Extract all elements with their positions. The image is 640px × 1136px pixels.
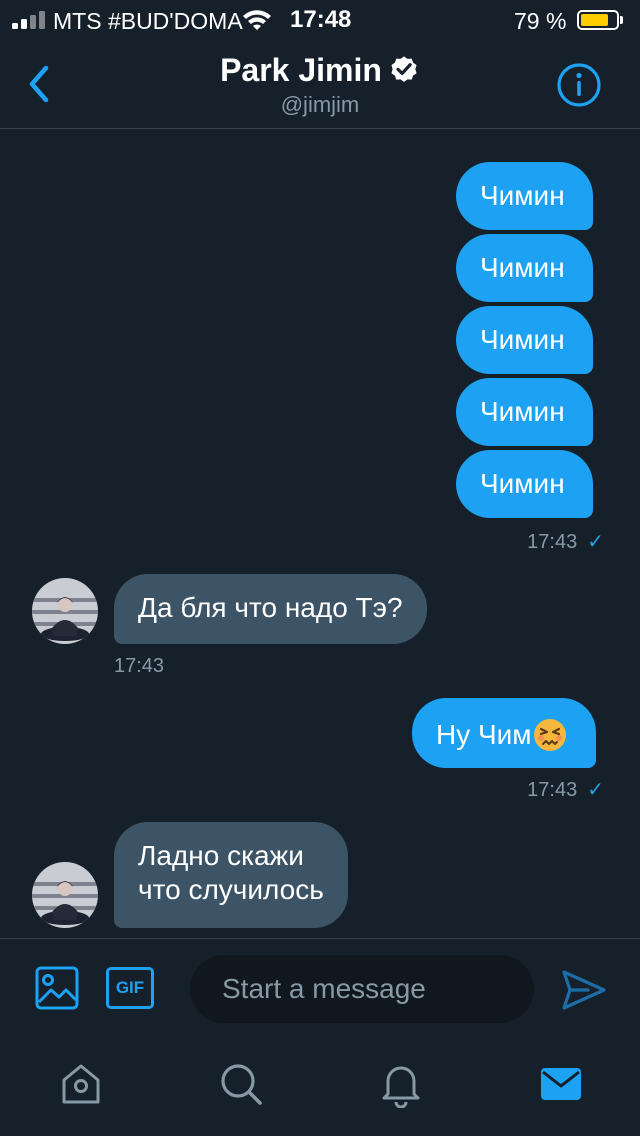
wifi-icon [243,10,271,30]
message-bubble-outgoing[interactable]: Чимин [456,162,593,230]
mail-icon[interactable] [536,1060,586,1108]
message-bubble-incoming[interactable]: Да бля что надо Тэ? [114,574,427,644]
battery-icon [577,10,619,30]
home-icon[interactable] [56,1060,106,1108]
persevering-face-emoji-icon [533,719,566,751]
message-bubble-incoming[interactable]: Ладно скажи что случилось [114,822,348,928]
avatar-photo [32,862,98,928]
message-bubble-outgoing[interactable]: Чимин [456,378,593,446]
message-line: что случилось [138,874,324,905]
status-time: 17:48 [290,6,352,33]
message-input[interactable] [190,955,534,1023]
contact-title[interactable]: Park Jimin [0,52,640,88]
message-bubble-outgoing[interactable]: Чимин [456,450,593,518]
signal-strength-icon [12,11,48,29]
bottom-tab-bar [0,1038,640,1136]
bell-icon[interactable] [376,1060,426,1108]
message-timestamp: 17:43 ✓ [527,530,604,554]
status-bar: MTS #BUD'DOMA 17:48 79 % [0,0,640,40]
image-icon[interactable] [34,965,80,1011]
battery-level [581,14,608,26]
contact-name: Park Jimin [220,52,382,88]
search-icon[interactable] [216,1060,266,1108]
contact-handle: @jimjim [280,92,360,117]
conversation-header: Park Jimin @jimjim [0,40,640,129]
avatar-photo [32,578,98,644]
gif-button[interactable]: GIF [106,967,154,1009]
message-bubble-outgoing[interactable]: Ну Чим [412,698,596,768]
message-line: Ладно скажи [138,840,304,871]
carrier-name: MTS #BUD'DOMA [53,8,243,34]
sent-check-icon: ✓ [587,779,604,801]
battery-percent: 79 % [514,8,567,34]
send-icon[interactable] [560,967,608,1013]
message-bubble-outgoing[interactable]: Чимин [456,306,593,374]
message-text: Ну Чим [436,719,532,750]
message-timestamp: 17:43 ✓ [527,778,604,802]
battery-tip [620,16,623,24]
verified-badge-icon [391,56,417,82]
avatar[interactable] [32,578,98,644]
message-bubble-outgoing[interactable]: Чимин [456,234,593,302]
sent-check-icon: ✓ [587,531,604,553]
message-timestamp: 17:43 [114,655,165,677]
message-composer: GIF [0,938,640,1039]
avatar[interactable] [32,862,98,928]
timestamp-text: 17:43 [527,779,578,801]
timestamp-text: 17:43 [527,531,578,553]
info-icon[interactable] [556,62,602,108]
